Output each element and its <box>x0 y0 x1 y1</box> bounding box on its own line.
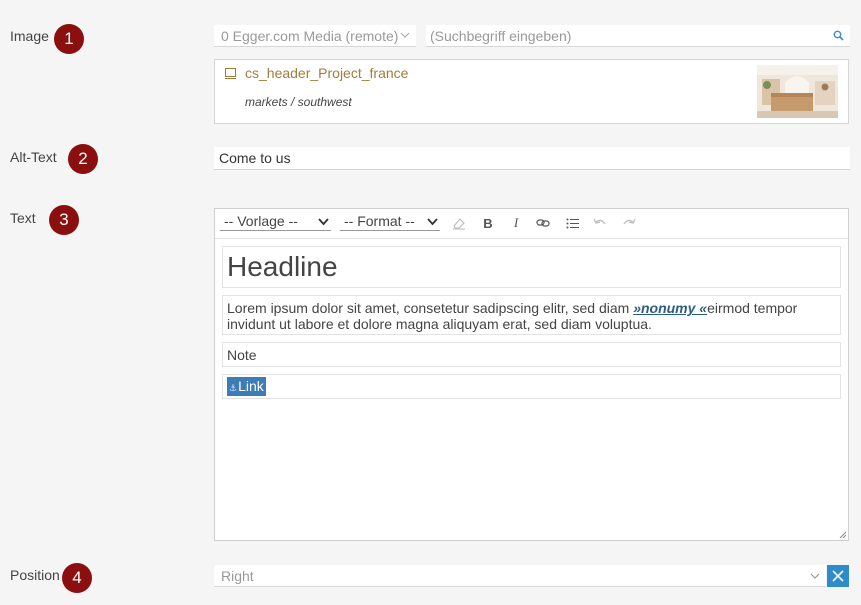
chevron-down-icon <box>810 573 820 579</box>
link-block[interactable]: ⚓Link <box>222 374 841 399</box>
headline-block[interactable]: Headline <box>222 246 841 288</box>
chevron-down-icon <box>400 32 410 38</box>
media-file-path: markets / southwest <box>245 95 352 109</box>
media-thumbnail <box>757 65 838 118</box>
editor-toolbar: -- Vorlage -- -- Format -- B I <box>215 209 848 239</box>
inline-link[interactable]: »nonumy « <box>633 300 707 316</box>
step-badge-2: 2 <box>68 144 98 174</box>
undo-icon[interactable] <box>592 215 608 231</box>
position-label: Position <box>10 567 60 583</box>
format-select[interactable]: -- Format -- <box>340 213 440 231</box>
media-file-name[interactable]: cs_header_Project_france <box>245 65 408 81</box>
image-label: Image <box>10 28 49 44</box>
selected-media-card[interactable]: cs_header_Project_france markets / south… <box>214 59 849 124</box>
search-input[interactable] <box>426 25 816 46</box>
paragraph-text-before: Lorem ipsum dolor sit amet, consetetur s… <box>227 300 634 316</box>
media-search <box>426 25 850 47</box>
list-icon[interactable] <box>564 215 580 231</box>
alt-text-input[interactable] <box>214 147 850 170</box>
template-select[interactable]: -- Vorlage -- <box>220 213 331 231</box>
step-badge-4: 4 <box>62 563 92 593</box>
anchor-icon: ⚓ <box>229 383 238 393</box>
link-icon[interactable] <box>535 215 551 231</box>
chevron-down-icon <box>427 218 438 226</box>
format-select-value: -- Format -- <box>344 213 415 229</box>
clear-position-button[interactable] <box>827 565 849 587</box>
image-file-icon <box>225 68 236 79</box>
chevron-down-icon <box>318 218 329 226</box>
rich-text-editor: -- Vorlage -- -- Format -- B I Headline … <box>214 208 849 541</box>
bold-icon[interactable]: B <box>480 215 496 231</box>
paragraph-block[interactable]: Lorem ipsum dolor sit amet, consetetur s… <box>222 295 841 335</box>
step-badge-3: 3 <box>49 205 79 235</box>
link-text: Link <box>238 378 264 394</box>
position-select[interactable]: Right <box>214 565 826 587</box>
selected-link[interactable]: ⚓Link <box>227 377 266 396</box>
italic-icon[interactable]: I <box>508 215 524 231</box>
media-source-select[interactable]: 0 Egger.com Media (remote) <box>214 25 416 47</box>
template-select-value: -- Vorlage -- <box>224 213 298 229</box>
search-icon[interactable] <box>833 30 844 41</box>
text-label: Text <box>10 210 36 226</box>
position-select-value: Right <box>221 568 254 584</box>
close-icon <box>832 570 844 582</box>
alt-text-label: Alt-Text <box>10 149 57 165</box>
step-badge-1: 1 <box>54 24 84 54</box>
media-source-value: 0 Egger.com Media (remote) <box>221 28 399 44</box>
resize-handle-icon[interactable] <box>839 531 846 538</box>
note-block[interactable]: Note <box>222 342 841 367</box>
eraser-icon[interactable] <box>451 215 467 231</box>
redo-icon[interactable] <box>621 215 637 231</box>
